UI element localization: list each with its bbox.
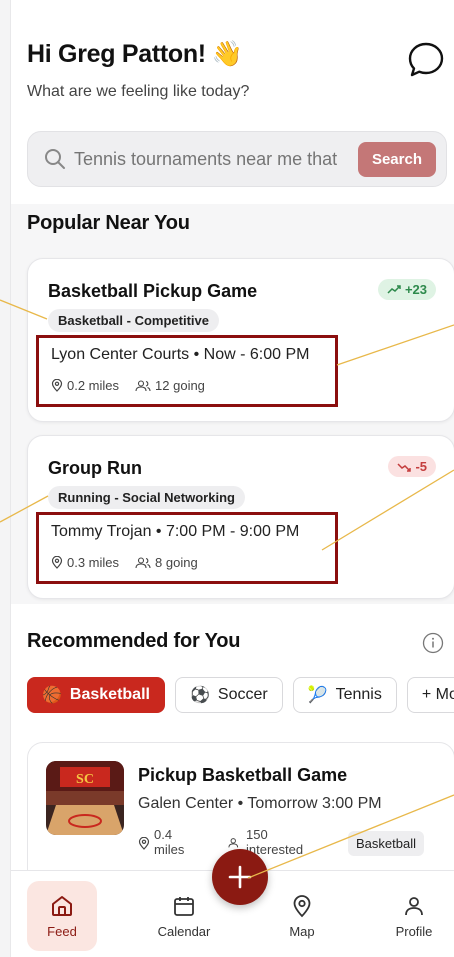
- distance-unit: miles: [154, 842, 185, 857]
- trend-value: +23: [404, 282, 427, 297]
- event-distance: 0.4 miles: [138, 827, 184, 857]
- soccer-ball-icon: ⚽: [189, 687, 210, 704]
- search-icon: [45, 149, 65, 169]
- highlight-box: Tommy Trojan • 7:00 PM - 9:00 PM 0.3 mil…: [36, 512, 338, 584]
- trend-down-icon: [397, 462, 412, 472]
- location-pin-icon: [51, 379, 63, 392]
- plus-icon: [228, 865, 252, 889]
- nav-label: Calendar: [157, 923, 211, 939]
- event-going: 8 going: [155, 555, 198, 570]
- greeting-title: Hi Greg Patton!: [27, 40, 206, 68]
- search-button[interactable]: Search: [357, 141, 436, 177]
- event-title: Group Run: [48, 458, 142, 478]
- basketball-icon: 🏀: [42, 687, 62, 704]
- nav-profile[interactable]: Profile: [379, 881, 449, 951]
- nav-map[interactable]: Map: [267, 881, 337, 951]
- location-pin-icon: [51, 556, 63, 569]
- location-pin-icon: [138, 837, 150, 850]
- svg-text:SC: SC: [76, 772, 94, 787]
- header: Hi Greg Patton! 👋 What are we feeling li…: [27, 40, 454, 101]
- chip-tennis[interactable]: 🎾 Tennis: [292, 677, 397, 713]
- wave-emoji: 👋: [211, 40, 243, 68]
- event-going: 12 going: [155, 378, 205, 393]
- event-distance: 0.2 miles: [67, 378, 120, 393]
- trend-badge-down: -5: [388, 456, 436, 477]
- calendar-icon: [174, 896, 194, 916]
- app-screen: Hi Greg Patton! 👋 What are we feeling li…: [10, 0, 454, 957]
- greeting-row: Hi Greg Patton! 👋: [27, 40, 454, 69]
- user-icon: [405, 896, 423, 915]
- event-tag: Basketball - Competitive: [48, 309, 219, 332]
- chip-label: Tennis: [335, 686, 382, 703]
- popular-section-title: Popular Near You: [27, 212, 190, 234]
- nav-feed[interactable]: Feed: [27, 881, 97, 951]
- category-chips: 🏀 Basketball ⚽ Soccer 🎾 Tennis + More: [27, 677, 454, 713]
- event-thumbnail: SC: [46, 761, 124, 835]
- nav-calendar[interactable]: Calendar: [149, 881, 219, 951]
- info-icon[interactable]: [422, 632, 444, 659]
- search-input[interactable]: [74, 148, 358, 170]
- nav-label: Profile: [395, 923, 433, 939]
- event-distance: 0.3 miles: [67, 555, 120, 570]
- recommended-section-title: Recommended for You: [27, 630, 241, 652]
- event-card[interactable]: Group Run -5 Running - Social Networking…: [27, 435, 454, 599]
- chip-soccer[interactable]: ⚽ Soccer: [174, 677, 283, 713]
- event-location-time: Lyon Center Courts • Now - 6:00 PM: [51, 346, 310, 363]
- chat-icon[interactable]: [406, 40, 446, 80]
- chip-label: Basketball: [69, 686, 150, 703]
- people-icon: [135, 379, 151, 391]
- header-subtitle: What are we feeling like today?: [27, 83, 250, 100]
- event-title: Pickup Basketball Game: [138, 765, 348, 785]
- trend-up-icon: [387, 284, 401, 294]
- chip-basketball[interactable]: 🏀 Basketball: [27, 677, 165, 713]
- chip-more[interactable]: + More: [406, 677, 454, 713]
- event-location-time: Tommy Trojan • 7:00 PM - 9:00 PM: [51, 523, 300, 540]
- trend-badge-up: +23: [377, 279, 436, 300]
- distance-value: 0.4: [154, 827, 173, 842]
- create-event-button[interactable]: [212, 849, 268, 905]
- interested-count: 150: [246, 827, 268, 842]
- event-location-time: Galen Center • Tomorrow 3:00 PM: [138, 795, 382, 812]
- highlight-box: Lyon Center Courts • Now - 6:00 PM 0.2 m…: [36, 335, 338, 407]
- nav-label: Map: [289, 923, 315, 939]
- people-icon: [228, 838, 239, 848]
- home-icon: [52, 895, 72, 916]
- event-tag: Running - Social Networking: [48, 486, 245, 509]
- event-tag: Basketball: [348, 831, 424, 856]
- event-meta: 0.3 miles 8 going: [51, 555, 198, 570]
- map-pin-icon: [293, 894, 311, 917]
- people-icon: [135, 556, 151, 568]
- event-title: Basketball Pickup Game: [48, 281, 258, 301]
- nav-label: Feed: [47, 923, 77, 939]
- event-meta: 0.2 miles 12 going: [51, 378, 205, 393]
- event-card[interactable]: Basketball Pickup Game +23 Basketball - …: [27, 258, 454, 422]
- chip-label: Soccer: [217, 686, 268, 703]
- search-bar[interactable]: Search: [27, 131, 447, 187]
- chip-label: + More: [421, 686, 454, 703]
- tennis-ball-icon: 🎾: [307, 687, 328, 704]
- trend-value: -5: [415, 459, 427, 474]
